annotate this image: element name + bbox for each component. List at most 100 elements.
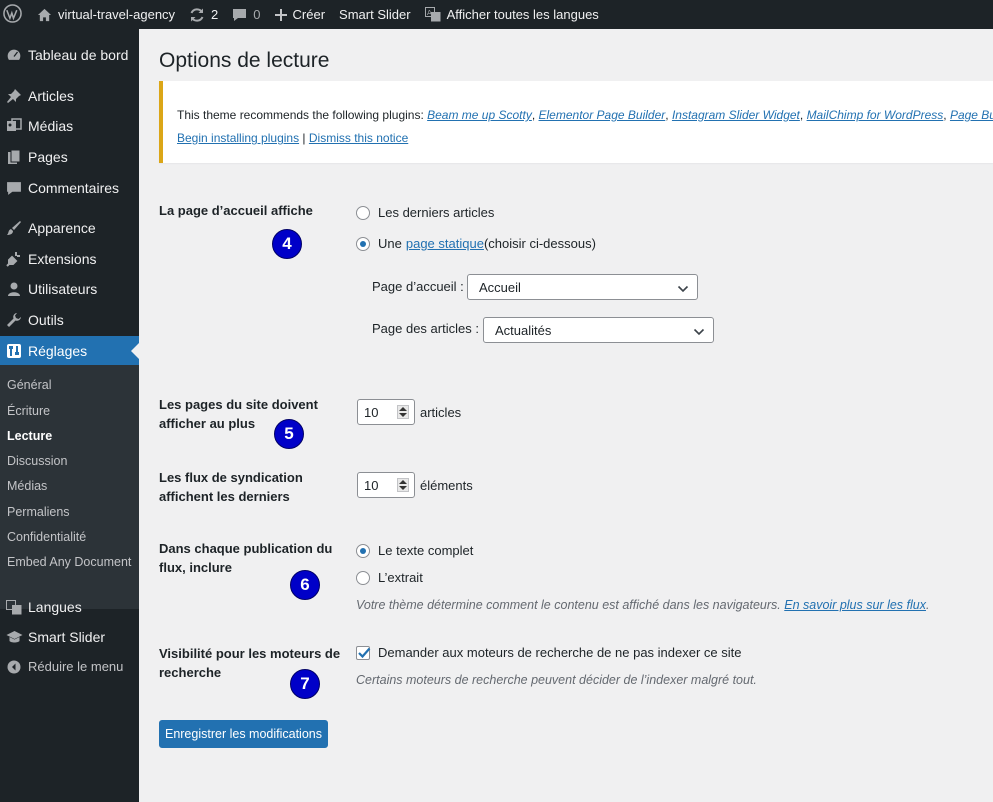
chevron-down-icon [677,282,689,297]
submenu-item-discussion[interactable]: Discussion [7,454,67,468]
radio-latest-posts-circle[interactable] [356,205,370,220]
notice-actions: Begin installing plugins | Dismiss this … [177,131,408,145]
posts-per-page-input[interactable]: 10 [357,399,415,425]
notice-separator: , [799,108,807,122]
page-title: Options de lecture [159,49,330,72]
discourage-search-checkbox[interactable] [356,645,371,660]
annotation-badge-5: 5 [274,419,304,449]
main-content: Options de lecture This theme recommends… [139,29,993,802]
posts-page-label: Page des articles : [372,321,479,336]
languages-label: Afficher toutes les langues [446,7,599,22]
begin-installing-link[interactable]: Begin installing plugins [177,131,299,145]
site-name: virtual-travel-agency [58,7,176,22]
spin-up-icon[interactable] [399,480,407,484]
sidebar-label: Articles [28,88,74,104]
radio-static-page-circle[interactable] [356,236,370,251]
submenu-item-embed[interactable]: Embed Any Document [7,555,131,569]
plus-icon [274,8,287,21]
updates-link[interactable]: 2 [182,0,225,29]
sidebar-item-pages[interactable]: Pages [0,142,139,172]
sidebar-item-posts[interactable]: Articles [0,81,139,111]
admin-bar: virtual-travel-agency 2 0 Créer Smart Sl… [0,0,993,29]
plugin-link-mailchimp[interactable]: MailChimp for WordPress [807,108,944,122]
discourage-search-engines-option[interactable]: Demander aux moteurs de recherche de ne … [356,645,741,660]
wrench-icon [0,312,28,328]
settings-submenu: Général Écriture Lecture Discussion Médi… [0,365,139,609]
plugin-link-instagram-slider[interactable]: Instagram Slider Widget [672,108,800,122]
sidebar-item-dashboard[interactable]: Tableau de bord [0,40,139,70]
spin-down-icon[interactable] [399,486,407,490]
sidebar-item-appearance[interactable]: Apparence [0,213,139,243]
svg-text:A: A [427,9,432,17]
submenu-item-general[interactable]: Général [7,378,51,392]
notice-pipe: | [299,131,309,145]
label-line: Les pages du site doivent [159,397,318,412]
sidebar-item-media[interactable]: Médias [0,111,139,141]
create-new-link[interactable]: Créer [268,0,333,29]
label-line: Visibilité pour les moteurs de [159,646,341,661]
feed-items-input[interactable]: 10 [357,472,415,498]
save-changes-button[interactable]: Enregistrer les modifications [159,720,328,748]
search-visibility-description: Certains moteurs de recherche peuvent dé… [356,673,757,687]
feed-items-unit: éléments [420,478,473,493]
checkmark-icon [358,647,371,658]
radio-excerpt-circle[interactable] [356,570,370,585]
sidebar-item-settings[interactable]: Réglages [0,336,139,366]
submenu-item-writing[interactable]: Écriture [7,404,50,418]
radio-static-page[interactable]: Une page statique (choisir ci-dessous) [356,236,596,251]
submenu-item-media[interactable]: Médias [7,479,47,493]
number-spinner[interactable] [397,478,409,492]
learn-more-feeds-link[interactable]: En savoir plus sur les flux [784,598,926,612]
number-spinner[interactable] [397,405,409,419]
wordpress-logo-icon [3,3,22,26]
posts-page-select[interactable]: Actualités [483,317,714,343]
desc-suffix: . [925,598,930,612]
radio-full-text-circle[interactable] [356,543,370,558]
front-page-select[interactable]: Accueil [467,274,698,300]
media-icon [0,118,28,134]
radio-label-suffix: (choisir ci-dessous) [483,236,596,251]
number-value: 10 [364,404,379,420]
annotation-badge-7: 7 [290,669,320,699]
label-line: flux, inclure [159,560,232,575]
comments-link[interactable]: 0 [225,0,267,29]
sidebar-item-smart-slider[interactable]: Smart Slider [0,622,139,652]
sidebar-label: Outils [28,312,64,328]
plugin-link-beam-me-up[interactable]: Beam me up Scotty [427,108,532,122]
dashboard-icon [0,47,28,63]
sidebar-label: Commentaires [28,180,120,196]
plugin-link-elementor[interactable]: Elementor Page Builder [539,108,666,122]
submenu-item-privacy[interactable]: Confidentialité [7,530,86,544]
translation-icon: A [424,7,441,22]
site-name-link[interactable]: virtual-travel-agency [30,0,182,29]
smart-slider-label: Smart Slider [339,7,411,22]
sidebar-item-comments[interactable]: Commentaires [0,173,139,203]
radio-latest-posts[interactable]: Les derniers articles [356,205,494,220]
smart-slider-link[interactable]: Smart Slider [332,0,418,29]
updates-count: 2 [211,7,219,22]
checkbox-label: Demander aux moteurs de recherche de ne … [378,645,742,660]
languages-link[interactable]: A Afficher toutes les langues [418,0,606,29]
spin-down-icon[interactable] [399,413,407,417]
spin-up-icon[interactable] [399,407,407,411]
wp-logo-button[interactable] [0,0,30,29]
sidebar-item-languages[interactable]: Langues [0,592,139,622]
sidebar-item-tools[interactable]: Outils [0,305,139,335]
submenu-item-reading[interactable]: Lecture [7,429,52,443]
submenu-item-permalinks[interactable]: Permaliens [7,505,70,519]
label-line: Dans chaque publication du [159,541,333,556]
sidebar-label: Smart Slider [28,629,106,645]
front-page-label: Page d’accueil : [372,279,464,294]
dismiss-notice-link[interactable]: Dismiss this notice [309,131,408,145]
sidebar-item-users[interactable]: Utilisateurs [0,274,139,304]
plugin-link-page-builder[interactable]: Page Bu [950,108,993,122]
collapse-menu-button[interactable]: Réduire le menu [0,659,139,674]
radio-excerpt[interactable]: L’extrait [356,570,423,585]
static-page-link[interactable]: page statique [406,236,484,251]
translation-icon [0,599,28,615]
sidebar-item-plugins[interactable]: Extensions [0,244,139,274]
collapse-arrow-icon [0,660,28,674]
home-icon [37,8,52,22]
annotation-badge-4: 4 [272,229,302,259]
radio-full-text[interactable]: Le texte complet [356,543,473,558]
